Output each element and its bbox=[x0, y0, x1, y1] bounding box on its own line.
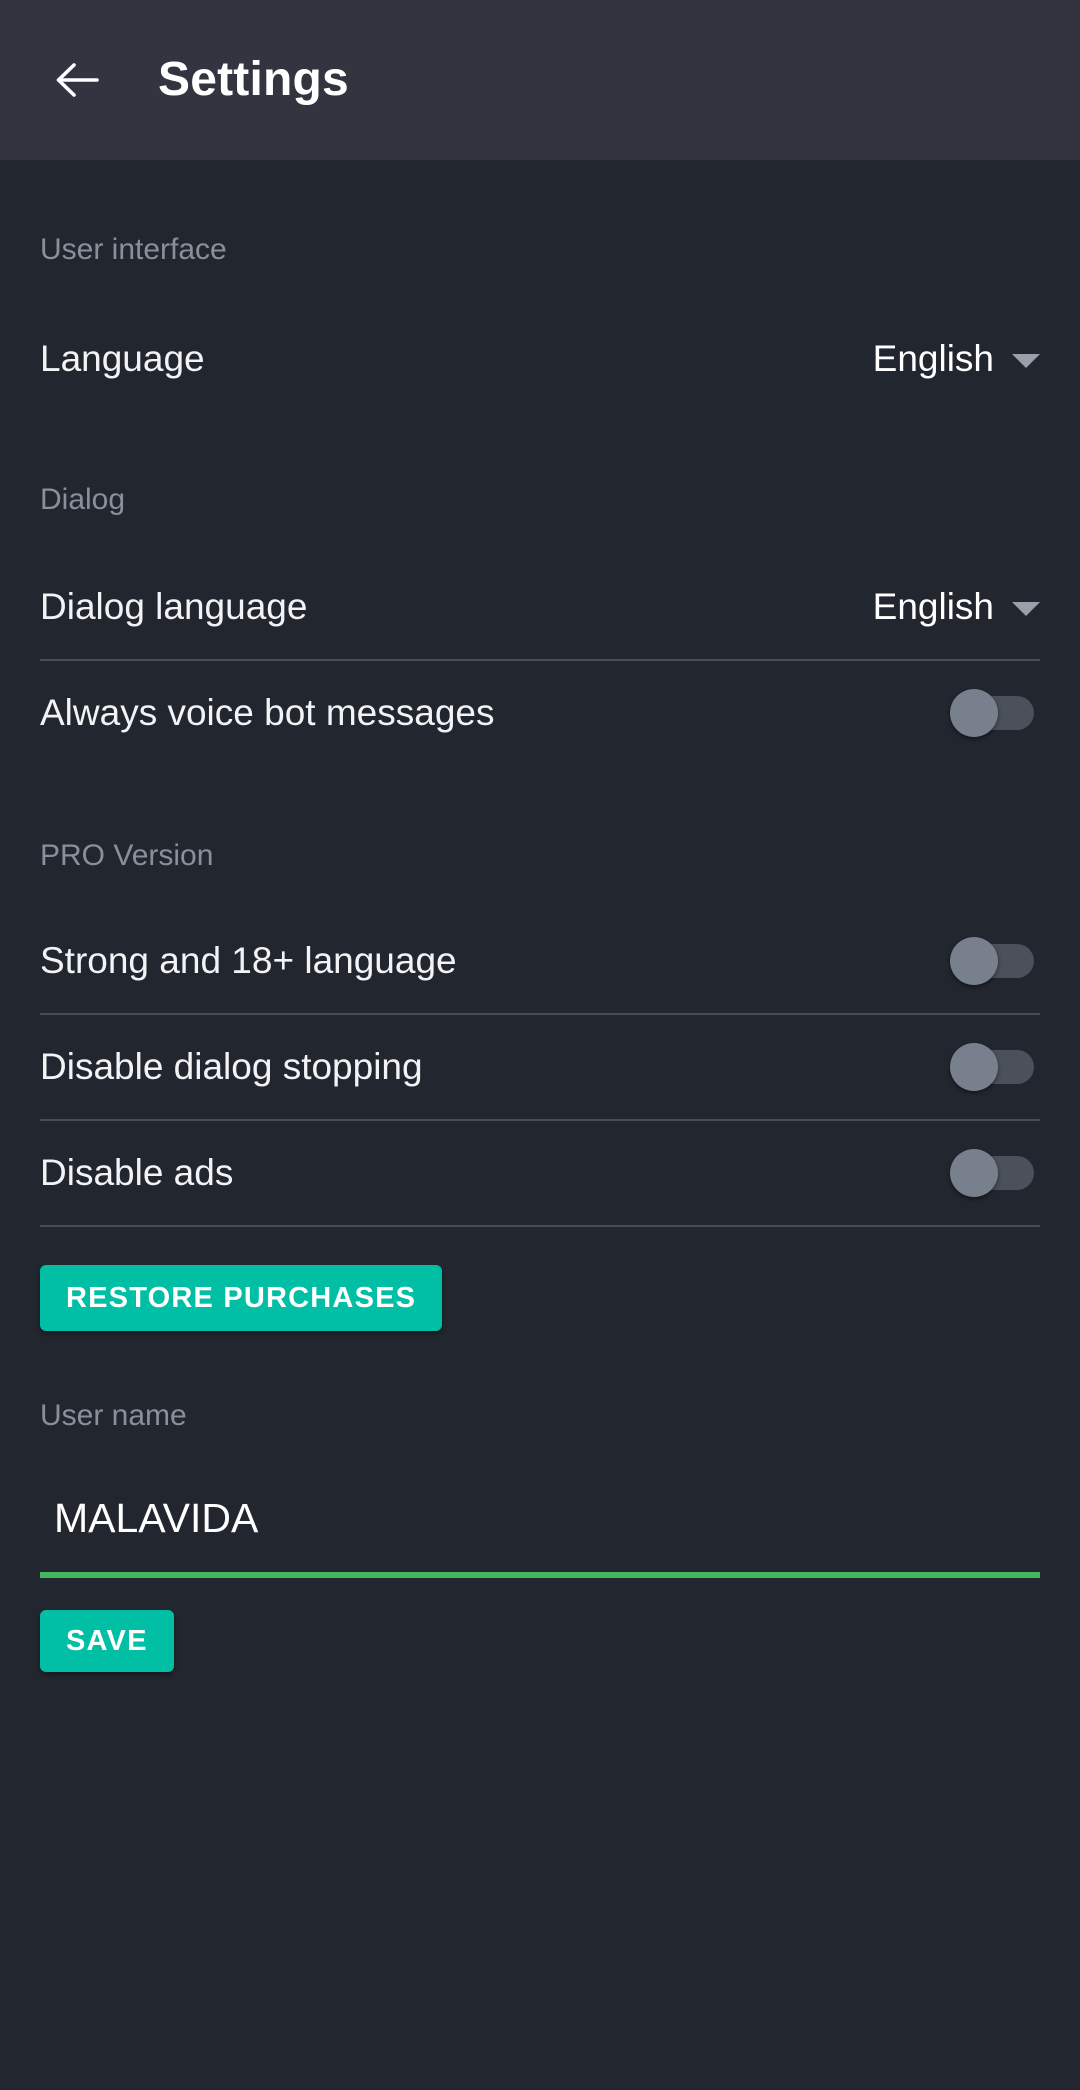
toggle-thumb bbox=[950, 689, 998, 737]
user-name-field-wrap bbox=[40, 1495, 1040, 1578]
row-label-disable-dialog-stopping: Disable dialog stopping bbox=[40, 1045, 423, 1087]
settings-screen: Settings User interface Language English… bbox=[0, 0, 1080, 2090]
back-button[interactable] bbox=[44, 48, 108, 112]
toggle-thumb bbox=[950, 1043, 998, 1091]
row-label-always-voice-bot-messages: Always voice bot messages bbox=[40, 691, 495, 733]
toggle-always-voice-bot-messages[interactable] bbox=[950, 689, 1034, 737]
chevron-down-icon bbox=[1012, 601, 1040, 616]
section-header-user-name: User name bbox=[40, 1399, 187, 1432]
arrow-left-icon bbox=[50, 54, 102, 106]
section-header-pro-version: PRO Version bbox=[40, 839, 214, 872]
dialog-language-dropdown[interactable]: English bbox=[873, 585, 1040, 629]
chevron-down-icon bbox=[1012, 353, 1040, 368]
language-dropdown[interactable]: English bbox=[873, 337, 1040, 381]
toggle-disable-dialog-stopping[interactable] bbox=[950, 1043, 1034, 1091]
dialog-language-value: English bbox=[872, 585, 994, 627]
toggle-strong-language[interactable] bbox=[950, 937, 1034, 985]
row-label-disable-ads: Disable ads bbox=[40, 1151, 234, 1193]
toggle-thumb bbox=[950, 937, 998, 985]
app-bar: Settings bbox=[0, 0, 1080, 160]
field-underline bbox=[40, 1572, 1040, 1578]
save-button[interactable]: SAVE bbox=[40, 1610, 174, 1672]
language-value: English bbox=[872, 337, 994, 379]
row-disable-dialog-stopping[interactable]: Disable dialog stopping bbox=[40, 1015, 1040, 1119]
row-language[interactable]: Language English bbox=[40, 307, 1040, 411]
row-strong-language[interactable]: Strong and 18+ language bbox=[40, 909, 1040, 1013]
toggle-disable-ads[interactable] bbox=[950, 1149, 1034, 1197]
row-label-language: Language bbox=[40, 337, 205, 379]
section-header-dialog: Dialog bbox=[40, 483, 126, 516]
page-title: Settings bbox=[158, 53, 349, 106]
row-label-dialog-language: Dialog language bbox=[40, 585, 308, 627]
toggle-thumb bbox=[950, 1149, 998, 1197]
row-label-strong-language: Strong and 18+ language bbox=[40, 939, 457, 981]
restore-purchases-button[interactable]: RESTORE PURCHASES bbox=[40, 1265, 443, 1331]
user-name-input[interactable] bbox=[40, 1495, 1040, 1542]
settings-content: User interface Language English Dialog D… bbox=[0, 160, 1080, 1672]
row-always-voice-bot-messages[interactable]: Always voice bot messages bbox=[40, 661, 1040, 765]
row-dialog-language[interactable]: Dialog language English bbox=[40, 555, 1040, 659]
section-header-user-interface: User interface bbox=[40, 233, 227, 266]
row-disable-ads[interactable]: Disable ads bbox=[40, 1121, 1040, 1225]
